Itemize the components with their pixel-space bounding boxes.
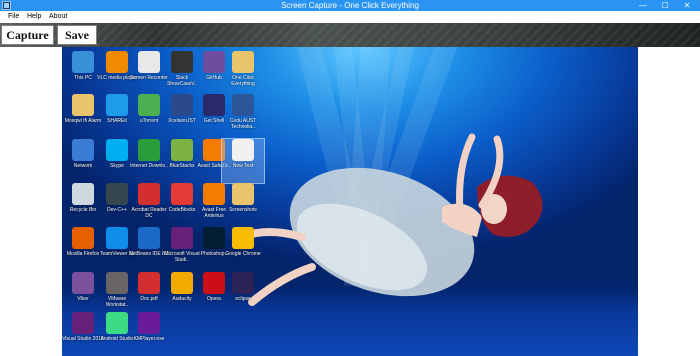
- desktop-icon[interactable]: New Text: [221, 138, 265, 184]
- android-studio-icon: [106, 312, 128, 334]
- acrobat-icon: [138, 183, 160, 205]
- codeblocks-icon: [171, 183, 193, 205]
- save-button[interactable]: Save: [57, 25, 97, 45]
- idm-icon: [138, 139, 160, 161]
- desktop-icon-label: Google Chrome: [225, 251, 261, 257]
- minimize-button[interactable]: —: [632, 0, 654, 11]
- close-button[interactable]: ✕: [676, 0, 698, 11]
- capture-button[interactable]: Capture: [1, 25, 54, 45]
- folder-icon: [72, 94, 94, 116]
- folder-icon: [232, 183, 254, 205]
- computer-icon: [72, 51, 94, 73]
- visual-studio-icon: [171, 227, 193, 249]
- shareit-icon: [106, 94, 128, 116]
- kmplayer-icon: [138, 312, 160, 334]
- chrome-icon: [232, 227, 254, 249]
- firefox-icon: [72, 227, 94, 249]
- desktop-icon[interactable]: Cedu AUST Technolia..: [222, 94, 264, 138]
- network-icon: [72, 139, 94, 161]
- title-bar: Screen Capture - One Click Everything — …: [0, 0, 700, 11]
- vmware-icon: [106, 272, 128, 294]
- screenshot-preview: This PC VLC media player Screen Recorder Sl…: [62, 47, 638, 356]
- recycle-bin-icon: [72, 183, 94, 205]
- text-file-icon: [232, 139, 254, 161]
- audacity-icon: [171, 272, 193, 294]
- word-icon: [232, 94, 254, 116]
- toolbar: Capture Save: [0, 23, 700, 47]
- pdf-icon: [138, 272, 160, 294]
- desktop-icon-label: One Click Everything: [231, 75, 255, 87]
- netbeans-icon: [138, 227, 160, 249]
- desktop-icon-label: Screenshots: [229, 207, 257, 213]
- maximize-button[interactable]: ☐: [654, 0, 676, 11]
- screen-recorder-icon: [138, 51, 160, 73]
- desktop-icon[interactable]: Google Chrome: [222, 227, 264, 271]
- visual-studio-icon: [72, 312, 94, 334]
- desktop-icon[interactable]: One Click Everything: [222, 51, 264, 95]
- viber-icon: [72, 272, 94, 294]
- desktop-icon[interactable]: eclipse: [222, 272, 264, 316]
- underwater-dancer-image: [238, 133, 543, 306]
- folder-icon: [232, 51, 254, 73]
- desktop-icon[interactable]: KMPlayer.exe: [128, 312, 170, 356]
- vlc-icon: [106, 51, 128, 73]
- utorrent-icon: [138, 94, 160, 116]
- skype-icon: [106, 139, 128, 161]
- eclipse-icon: [232, 272, 254, 294]
- menu-file[interactable]: File: [8, 11, 19, 23]
- desktop-icon-label: eclipse: [235, 296, 251, 302]
- bluestacks-icon: [171, 139, 193, 161]
- desktop-icon-label: New Text: [232, 163, 254, 169]
- window-title: Screen Capture - One Click Everything: [281, 1, 419, 10]
- slack-showcase-icon: [171, 51, 193, 73]
- menu-bar: File Help About: [0, 11, 700, 23]
- menu-help[interactable]: Help: [27, 11, 41, 23]
- teamviewer-icon: [106, 227, 128, 249]
- devcpp-icon: [106, 183, 128, 205]
- desktop-icon-label: Cedu AUST Technolia..: [229, 118, 257, 130]
- xcelsion-icon: [171, 94, 193, 116]
- menu-about[interactable]: About: [49, 11, 67, 23]
- desktop-icon-label: KMPlayer.exe: [133, 336, 165, 342]
- desktop-icon[interactable]: Screenshots: [222, 183, 264, 227]
